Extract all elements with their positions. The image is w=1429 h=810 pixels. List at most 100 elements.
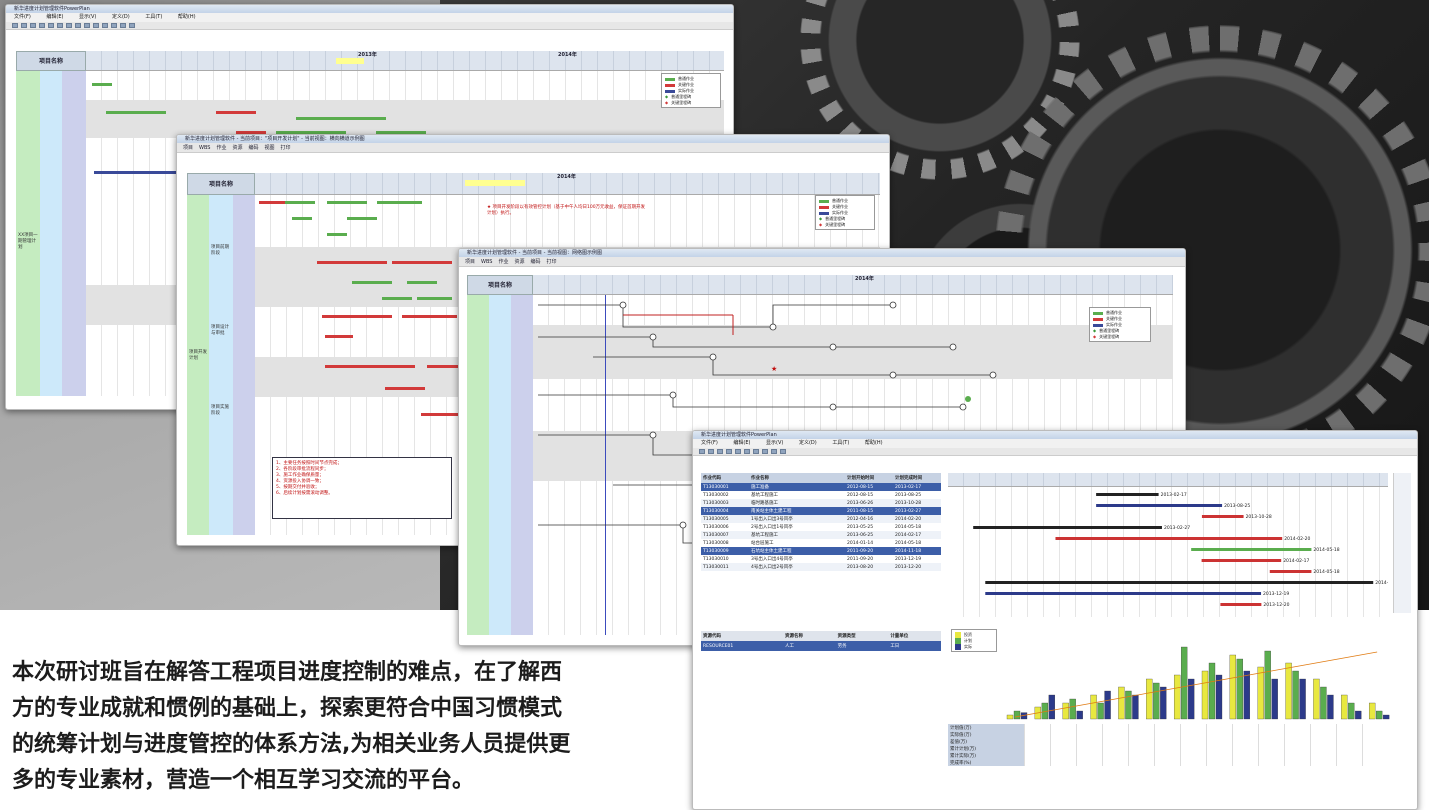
res-header-name[interactable]: 资源名称 bbox=[783, 631, 836, 641]
task-bar[interactable] bbox=[327, 201, 367, 204]
task-bar[interactable] bbox=[407, 281, 437, 284]
table-row[interactable]: T13030003 临时路基施工 2013-06-26 2013-10-28 bbox=[701, 499, 941, 507]
task-bar[interactable] bbox=[347, 217, 377, 220]
undo-icon[interactable] bbox=[735, 449, 741, 454]
table-row[interactable]: T13030010 3号出入口出4号风亭 2011-09-20 2013-12-19 bbox=[701, 555, 941, 563]
menu-help[interactable]: 帮助(H) bbox=[865, 440, 883, 446]
toolbar-code[interactable]: 编码 bbox=[531, 258, 541, 266]
new-icon[interactable] bbox=[699, 449, 705, 454]
toolbar[interactable] bbox=[693, 448, 1417, 456]
toolbar-print[interactable]: 打印 bbox=[547, 258, 557, 266]
task-bar[interactable] bbox=[325, 365, 415, 368]
toolbar-code[interactable]: 编码 bbox=[249, 144, 259, 152]
task-bar[interactable] bbox=[421, 413, 461, 416]
resource-row[interactable]: RESOURCE01 人工 劳务 工日 bbox=[701, 641, 941, 651]
paste-icon[interactable] bbox=[66, 23, 72, 28]
col-header-name[interactable]: 作业名称 bbox=[749, 473, 845, 483]
col-header-end[interactable]: 计划完成时间 bbox=[893, 473, 941, 483]
task-bar[interactable] bbox=[296, 117, 351, 120]
save-icon[interactable] bbox=[717, 449, 723, 454]
copy-icon[interactable] bbox=[57, 23, 63, 28]
open-icon[interactable] bbox=[708, 449, 714, 454]
resource-window[interactable]: 新华进度计划管理软件PowerPlan 文件(F) 编辑(E) 显示(V) 定义… bbox=[692, 430, 1418, 810]
toolbar-wbs[interactable]: WBS bbox=[199, 144, 210, 152]
menu-define[interactable]: 定义(D) bbox=[799, 440, 817, 446]
task-bar[interactable] bbox=[382, 297, 412, 300]
link-icon[interactable] bbox=[111, 23, 117, 28]
table-row[interactable]: T13030008 站台层施工 2014-01-14 2014-05-18 bbox=[701, 539, 941, 547]
table-row[interactable]: T13030002 基坑工程施工 2012-08-15 2013-08-25 bbox=[701, 491, 941, 499]
table-row[interactable]: T13030005 1号出入口出3号风亭 2012-04-16 2014-02-20 bbox=[701, 515, 941, 523]
redo-icon[interactable] bbox=[84, 23, 90, 28]
menu-file[interactable]: 文件(F) bbox=[701, 440, 718, 446]
toolbar-task[interactable]: 作业 bbox=[216, 144, 226, 152]
filter-icon[interactable] bbox=[120, 23, 126, 28]
menu-help[interactable]: 帮助(H) bbox=[178, 14, 196, 20]
filter-icon[interactable] bbox=[771, 449, 777, 454]
toolbar-wbs[interactable]: WBS bbox=[481, 258, 492, 266]
save-icon[interactable] bbox=[30, 23, 36, 28]
redo-icon[interactable] bbox=[744, 449, 750, 454]
open-icon[interactable] bbox=[21, 23, 27, 28]
chart-icon[interactable] bbox=[780, 449, 786, 454]
table-row[interactable]: T13030009 石坑站主体土建工程 2011-09-20 2014-11-18 bbox=[701, 547, 941, 555]
task-bar[interactable] bbox=[352, 281, 392, 284]
table-row[interactable]: T13030004 南关站主体土建工程 2011-08-15 2013-02-27 bbox=[701, 507, 941, 515]
task-bar[interactable] bbox=[385, 387, 425, 390]
task-bar[interactable] bbox=[327, 233, 347, 236]
menu-bar[interactable]: 文件(F) 编辑(E) 显示(V) 定义(D) 工具(T) 帮助(H) bbox=[693, 439, 1417, 448]
menu-define[interactable]: 定义(D) bbox=[112, 14, 130, 20]
table-row[interactable]: T13030011 4号出入口出2号风亭 2013-08-20 2013-12-20 bbox=[701, 563, 941, 571]
toolbar-task[interactable]: 作业 bbox=[498, 258, 508, 266]
menu-edit[interactable]: 编辑(E) bbox=[46, 14, 63, 20]
menu-file[interactable]: 文件(F) bbox=[14, 14, 31, 20]
res-header-code[interactable]: 资源代码 bbox=[701, 631, 783, 641]
task-bar[interactable] bbox=[216, 111, 256, 114]
task-bar[interactable] bbox=[106, 111, 166, 114]
menu-view[interactable]: 显示(V) bbox=[766, 440, 783, 446]
task-bar[interactable] bbox=[322, 315, 392, 318]
menu-tools[interactable]: 工具(T) bbox=[145, 14, 162, 20]
toolbar-project[interactable]: 项目 bbox=[183, 144, 193, 152]
task-bar[interactable] bbox=[392, 261, 452, 264]
toolbar-project[interactable]: 项目 bbox=[465, 258, 475, 266]
menu-tools[interactable]: 工具(T) bbox=[832, 440, 849, 446]
task-bar[interactable] bbox=[292, 217, 312, 220]
task-bar[interactable] bbox=[92, 83, 112, 86]
zoom-in-icon[interactable] bbox=[93, 23, 99, 28]
task-bar[interactable] bbox=[417, 297, 452, 300]
table-row[interactable]: T13030006 2号出入口出1号风亭 2013-05-25 2014-05-18 bbox=[701, 523, 941, 531]
toolbar[interactable]: 项目 WBS 作业 资源 编码 打印 bbox=[459, 257, 1185, 267]
zoom-in-icon[interactable] bbox=[753, 449, 759, 454]
activity-table[interactable]: 作业代码 作业名称 计划开始时间 计划完成时间 T13030001 施工准备 201… bbox=[701, 473, 941, 571]
task-bar[interactable] bbox=[325, 335, 353, 338]
toolbar-resource[interactable]: 资源 bbox=[233, 144, 243, 152]
print-icon[interactable] bbox=[39, 23, 45, 28]
chart-icon[interactable] bbox=[129, 23, 135, 28]
task-bar[interactable] bbox=[259, 201, 285, 204]
task-bar[interactable] bbox=[317, 261, 387, 264]
task-bar[interactable] bbox=[402, 315, 457, 318]
undo-icon[interactable] bbox=[75, 23, 81, 28]
zoom-out-icon[interactable] bbox=[762, 449, 768, 454]
task-bar[interactable] bbox=[285, 201, 315, 204]
zoom-out-icon[interactable] bbox=[102, 23, 108, 28]
res-header-type[interactable]: 资源类型 bbox=[836, 631, 889, 641]
table-row[interactable]: T13030007 基坑工程施工 2013-06-25 2014-02-17 bbox=[701, 531, 941, 539]
print-icon[interactable] bbox=[726, 449, 732, 454]
res-header-unit[interactable]: 计量单位 bbox=[888, 631, 941, 641]
side-toolbar[interactable] bbox=[1393, 473, 1411, 613]
task-bar[interactable] bbox=[346, 117, 386, 120]
toolbar-resource[interactable]: 资源 bbox=[515, 258, 525, 266]
new-icon[interactable] bbox=[12, 23, 18, 28]
toolbar-view[interactable]: 视图 bbox=[265, 144, 275, 152]
menu-view[interactable]: 显示(V) bbox=[79, 14, 96, 20]
cut-icon[interactable] bbox=[48, 23, 54, 28]
toolbar-print[interactable]: 打印 bbox=[281, 144, 291, 152]
resource-table[interactable]: 资源代码 资源名称 资源类型 计量单位 RESOURCE01 人工 劳务 工日 bbox=[701, 631, 941, 651]
col-header-code[interactable]: 作业代码 bbox=[701, 473, 749, 483]
menu-edit[interactable]: 编辑(E) bbox=[733, 440, 750, 446]
toolbar[interactable]: 项目 WBS 作业 资源 编码 视图 打印 bbox=[177, 143, 889, 153]
task-bar[interactable] bbox=[377, 201, 422, 204]
toolbar[interactable] bbox=[6, 22, 733, 30]
